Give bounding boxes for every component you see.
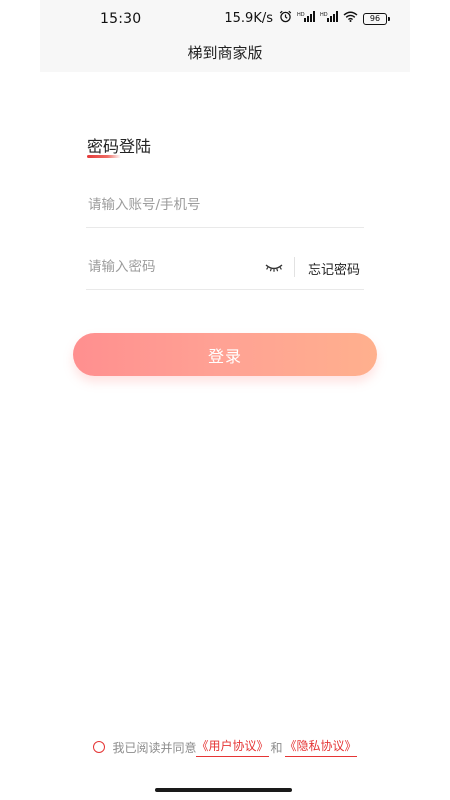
home-indicator[interactable] bbox=[155, 788, 292, 792]
login-screen: 15:30 15.9K/s HD HD 96 梯到商家版 密码登陆 请输入账号/… bbox=[0, 0, 450, 800]
account-field bbox=[86, 183, 364, 228]
login-button[interactable]: 登录 bbox=[73, 333, 377, 376]
agree-checkbox[interactable] bbox=[93, 741, 106, 753]
privacy-agreement-link[interactable]: 《隐私协议》 bbox=[284, 737, 357, 757]
wifi-icon bbox=[343, 11, 358, 26]
password-input[interactable] bbox=[86, 253, 260, 281]
status-indicators: 15.9K/s HD HD 96 bbox=[224, 10, 390, 27]
password-field: 忘记密码 bbox=[86, 245, 364, 290]
top-area: 15:30 15.9K/s HD HD 96 梯到商家版 bbox=[40, 0, 410, 72]
battery-icon: 96 bbox=[363, 12, 390, 25]
login-title: 密码登陆 bbox=[87, 137, 152, 156]
user-agreement-link[interactable]: 《用户协议》 bbox=[196, 737, 269, 757]
signal-hd-icon-2: HD bbox=[320, 11, 338, 26]
network-speed: 15.9K/s bbox=[224, 11, 273, 26]
status-time: 15:30 bbox=[100, 11, 142, 27]
agreement-row: 我已阅读并同意 《用户协议》 和 《隐私协议》 bbox=[0, 737, 450, 757]
svg-text:HD: HD bbox=[297, 12, 305, 18]
battery-level: 96 bbox=[363, 12, 387, 25]
battery-tip bbox=[388, 16, 390, 21]
status-bar: 15:30 15.9K/s HD HD 96 bbox=[40, 0, 410, 38]
forgot-password-link[interactable]: 忘记密码 bbox=[308, 259, 360, 278]
signal-hd-icon: HD bbox=[297, 11, 315, 26]
alarm-icon bbox=[279, 10, 292, 27]
svg-text:HD: HD bbox=[320, 12, 328, 18]
account-input[interactable] bbox=[86, 191, 260, 219]
agreement-and: 和 bbox=[270, 740, 283, 755]
page-title: 梯到商家版 bbox=[187, 44, 263, 62]
eye-closed-icon[interactable] bbox=[264, 260, 284, 274]
title-underline bbox=[87, 155, 121, 158]
agreement-prefix: 我已阅读并同意 bbox=[112, 740, 197, 755]
field-divider bbox=[294, 257, 295, 277]
